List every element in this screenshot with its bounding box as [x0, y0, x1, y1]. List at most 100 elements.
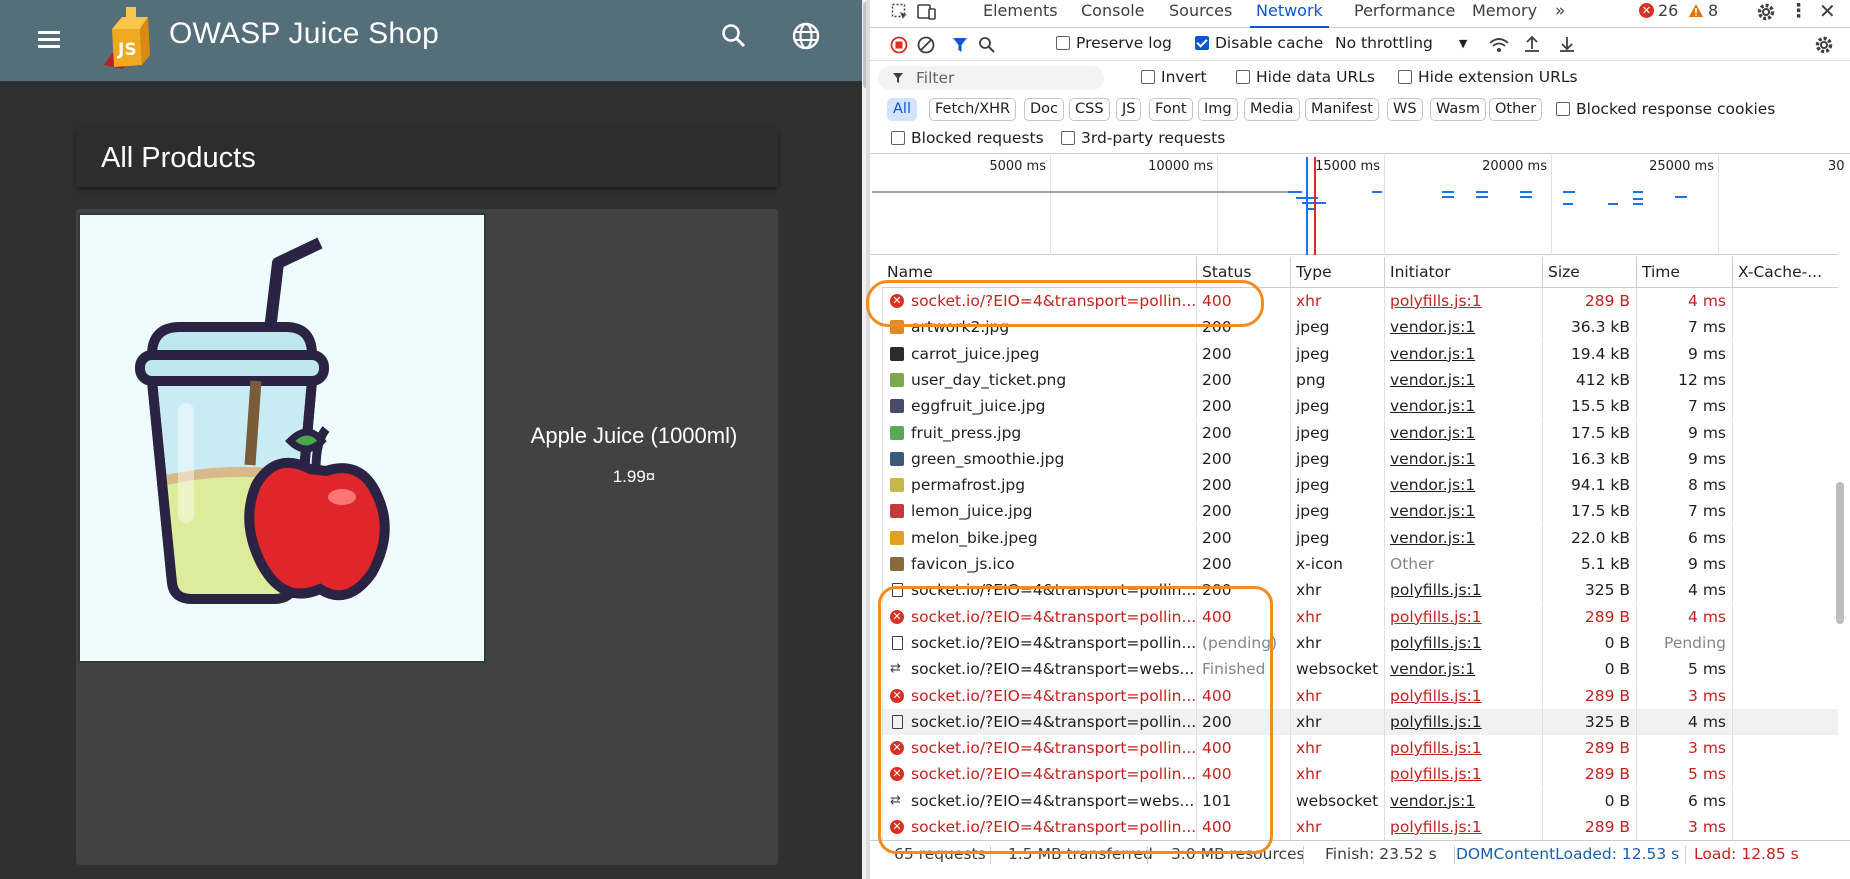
- chip-img[interactable]: Img: [1198, 98, 1238, 121]
- disable-cache-checkbox[interactable]: Disable cache: [1195, 34, 1323, 52]
- table-row[interactable]: ✕ socket.io/?EIO=4&transport=pollin... 400…: [882, 603, 1838, 630]
- app-title[interactable]: OWASP Juice Shop: [169, 17, 439, 51]
- table-row[interactable]: carrot_juice.jpeg 200 jpeg vendor.js:1 19.4 …: [882, 340, 1838, 367]
- chip-font[interactable]: Font: [1149, 98, 1193, 121]
- column-initiator[interactable]: Initiator: [1384, 257, 1542, 288]
- more-tabs-icon[interactable]: »: [1549, 0, 1571, 28]
- invert-checkbox[interactable]: Invert: [1141, 68, 1207, 86]
- request-initiator[interactable]: polyfills.js:1: [1384, 629, 1542, 656]
- request-initiator[interactable]: vendor.js:1: [1384, 445, 1542, 472]
- error-count-icon[interactable]: ✕: [1639, 3, 1654, 18]
- tab-network[interactable]: Network: [1250, 0, 1329, 28]
- error-count[interactable]: 26: [1658, 1, 1678, 20]
- chip-fetch-xhr[interactable]: Fetch/XHR: [929, 98, 1017, 121]
- table-row[interactable]: socket.io/?EIO=4&transport=pollin... 200 x…: [882, 708, 1838, 735]
- tab-elements[interactable]: Elements: [977, 0, 1064, 28]
- column-name[interactable]: Name: [882, 257, 1196, 288]
- request-initiator[interactable]: polyfills.js:1: [1384, 682, 1542, 709]
- request-initiator[interactable]: vendor.js:1: [1384, 393, 1542, 420]
- request-initiator[interactable]: vendor.js:1: [1384, 366, 1542, 393]
- column-size[interactable]: Size: [1542, 257, 1636, 288]
- export-har-icon[interactable]: [1558, 35, 1576, 53]
- chip-doc[interactable]: Doc: [1024, 98, 1065, 121]
- table-row[interactable]: ✕ socket.io/?EIO=4&transport=pollin... 400…: [882, 735, 1838, 762]
- record-stop-icon[interactable]: [890, 36, 908, 54]
- table-row[interactable]: ⇄ socket.io/?EIO=4&transport=webs... Finis…: [882, 656, 1838, 683]
- hide-extension-urls-checkbox[interactable]: Hide extension URLs: [1398, 68, 1578, 86]
- table-row[interactable]: favicon_js.ico 200 x-icon Other 5.1 kB 9 ms: [882, 551, 1838, 577]
- chip-ws[interactable]: WS: [1387, 98, 1423, 121]
- request-initiator[interactable]: Other: [1384, 551, 1542, 577]
- column-status[interactable]: Status: [1196, 257, 1290, 288]
- search-icon[interactable]: [718, 20, 750, 52]
- request-initiator[interactable]: polyfills.js:1: [1384, 814, 1542, 840]
- table-row[interactable]: permafrost.jpg 200 jpeg vendor.js:1 94.1 kB 8…: [882, 472, 1838, 499]
- chip-js[interactable]: JS: [1116, 98, 1142, 121]
- tab-memory[interactable]: Memory: [1466, 0, 1543, 28]
- table-scrollbar-thumb[interactable]: [1836, 482, 1844, 624]
- table-row[interactable]: ✕ socket.io/?EIO=4&transport=pollin... 400…: [882, 288, 1838, 314]
- network-settings-gear-icon[interactable]: [1814, 35, 1834, 55]
- request-initiator[interactable]: polyfills.js:1: [1384, 288, 1542, 314]
- column-x-cache[interactable]: X-Cache-...: [1732, 257, 1838, 288]
- more-options-icon[interactable]: ⋮: [1789, 0, 1808, 22]
- request-initiator[interactable]: vendor.js:1: [1384, 419, 1542, 446]
- request-initiator[interactable]: vendor.js:1: [1384, 787, 1542, 814]
- table-row[interactable]: green_smoothie.jpg 200 jpeg vendor.js:1 16.3…: [882, 445, 1838, 472]
- request-initiator[interactable]: polyfills.js:1: [1384, 708, 1542, 735]
- table-row[interactable]: ✕ socket.io/?EIO=4&transport=pollin... 400…: [882, 682, 1838, 709]
- table-row[interactable]: user_day_ticket.png 200 png vendor.js:1 412 …: [882, 366, 1838, 393]
- filter-input[interactable]: Filter: [878, 66, 1104, 90]
- table-row[interactable]: ⇄ socket.io/?EIO=4&transport=webs... 101 we…: [882, 787, 1838, 814]
- column-type[interactable]: Type: [1290, 257, 1384, 288]
- request-initiator[interactable]: vendor.js:1: [1384, 524, 1542, 551]
- table-row[interactable]: artwork2.jpg 200 jpeg vendor.js:1 36.3 kB 7 m…: [882, 314, 1838, 341]
- table-row[interactable]: socket.io/?EIO=4&transport=pollin... 200 x…: [882, 577, 1838, 604]
- table-row[interactable]: melon_bike.jpeg 200 jpeg vendor.js:1 22.0 kB…: [882, 524, 1838, 551]
- throttling-select[interactable]: No throttling ▼: [1335, 34, 1467, 52]
- device-toolbar-icon[interactable]: [917, 3, 937, 21]
- chip-css[interactable]: CSS: [1069, 98, 1110, 121]
- request-initiator[interactable]: vendor.js:1: [1384, 472, 1542, 499]
- third-party-requests-checkbox[interactable]: 3rd-party requests: [1061, 129, 1225, 147]
- import-har-icon[interactable]: [1523, 35, 1541, 53]
- menu-icon[interactable]: [34, 20, 74, 60]
- request-initiator[interactable]: vendor.js:1: [1384, 656, 1542, 683]
- chip-manifest[interactable]: Manifest: [1305, 98, 1379, 121]
- product-card[interactable]: Apple Juice (1000ml) 1.99¤: [76, 209, 778, 865]
- tab-performance[interactable]: Performance: [1348, 0, 1461, 28]
- request-initiator[interactable]: polyfills.js:1: [1384, 577, 1542, 604]
- request-initiator[interactable]: vendor.js:1: [1384, 340, 1542, 367]
- table-scrollbar[interactable]: [1832, 257, 1848, 857]
- preserve-log-checkbox[interactable]: Preserve log: [1056, 34, 1172, 52]
- request-initiator[interactable]: polyfills.js:1: [1384, 735, 1542, 762]
- network-conditions-icon[interactable]: [1488, 36, 1510, 54]
- inspect-element-icon[interactable]: [891, 3, 909, 21]
- table-row[interactable]: fruit_press.jpg 200 jpeg vendor.js:1 17.5 kB…: [882, 419, 1838, 446]
- network-overview-timeline[interactable]: 5000 ms 10000 ms 15000 ms 20000 ms 25000…: [870, 155, 1845, 255]
- request-initiator[interactable]: vendor.js:1: [1384, 314, 1542, 341]
- chip-all[interactable]: All: [887, 98, 917, 121]
- search-icon[interactable]: [978, 36, 996, 54]
- hide-data-urls-checkbox[interactable]: Hide data URLs: [1236, 68, 1375, 86]
- chip-wasm[interactable]: Wasm: [1430, 98, 1486, 121]
- tab-sources[interactable]: Sources: [1163, 0, 1238, 28]
- warning-count-icon[interactable]: [1688, 3, 1704, 18]
- chip-other[interactable]: Other: [1489, 98, 1543, 121]
- settings-gear-icon[interactable]: [1756, 2, 1776, 22]
- filter-icon[interactable]: [951, 36, 969, 54]
- tab-console[interactable]: Console: [1075, 0, 1151, 28]
- request-initiator[interactable]: polyfills.js:1: [1384, 761, 1542, 788]
- column-time[interactable]: Time: [1636, 257, 1732, 288]
- language-globe-icon[interactable]: [790, 20, 822, 52]
- close-devtools-icon[interactable]: ✕: [1819, 0, 1836, 23]
- blocked-requests-checkbox[interactable]: Blocked requests: [891, 129, 1044, 147]
- table-row[interactable]: eggfruit_juice.jpg 200 jpeg vendor.js:1 15.5…: [882, 393, 1838, 420]
- chip-media[interactable]: Media: [1244, 98, 1300, 121]
- table-row[interactable]: lemon_juice.jpg 200 jpeg vendor.js:1 17.5 kB…: [882, 498, 1838, 525]
- table-row[interactable]: ✕ socket.io/?EIO=4&transport=pollin... 400…: [882, 761, 1838, 788]
- request-initiator[interactable]: polyfills.js:1: [1384, 603, 1542, 630]
- clear-icon[interactable]: [917, 36, 935, 54]
- table-row[interactable]: socket.io/?EIO=4&transport=pollin... (pen…: [882, 629, 1838, 656]
- blocked-response-cookies-checkbox[interactable]: Blocked response cookies: [1556, 100, 1775, 118]
